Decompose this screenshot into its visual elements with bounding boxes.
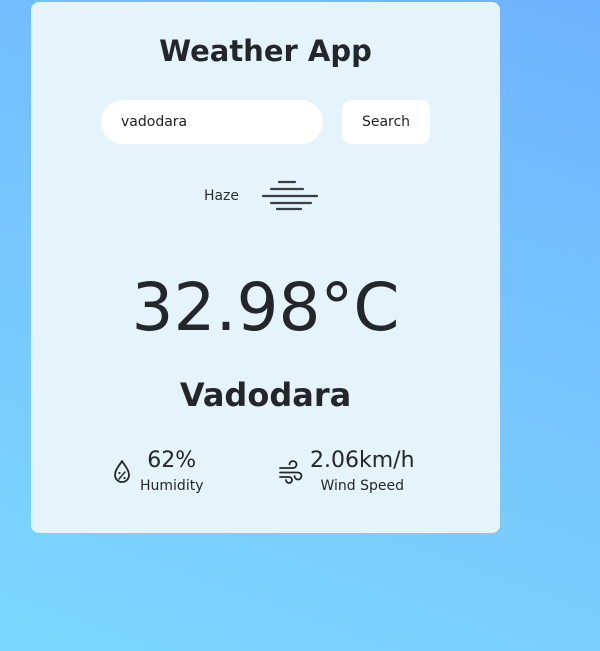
humidity-label: Humidity: [140, 478, 204, 495]
app-title: Weather App: [159, 34, 372, 68]
wind-speed-value: 2.06km/h: [310, 448, 415, 473]
humidity-value: 62%: [147, 448, 197, 473]
condition-label: Haze: [203, 188, 240, 204]
weather-card: Weather App Search Haze 32.98°C Vadodara…: [31, 2, 500, 533]
humidity-drop-icon: [114, 459, 130, 483]
wind-stat: 2.06km/h Wind Speed: [278, 448, 415, 495]
humidity-stat: 62% Humidity: [110, 448, 203, 495]
search-input[interactable]: [101, 100, 323, 144]
haze-icon: [261, 180, 319, 211]
wind-icon: [279, 459, 303, 484]
city-name: Vadodara: [179, 376, 352, 414]
temperature-value: 32.98°C: [131, 269, 400, 346]
wind-speed-label: Wind Speed: [320, 478, 405, 495]
weather-condition: Haze: [31, 174, 500, 218]
search-button[interactable]: Search: [342, 100, 430, 144]
